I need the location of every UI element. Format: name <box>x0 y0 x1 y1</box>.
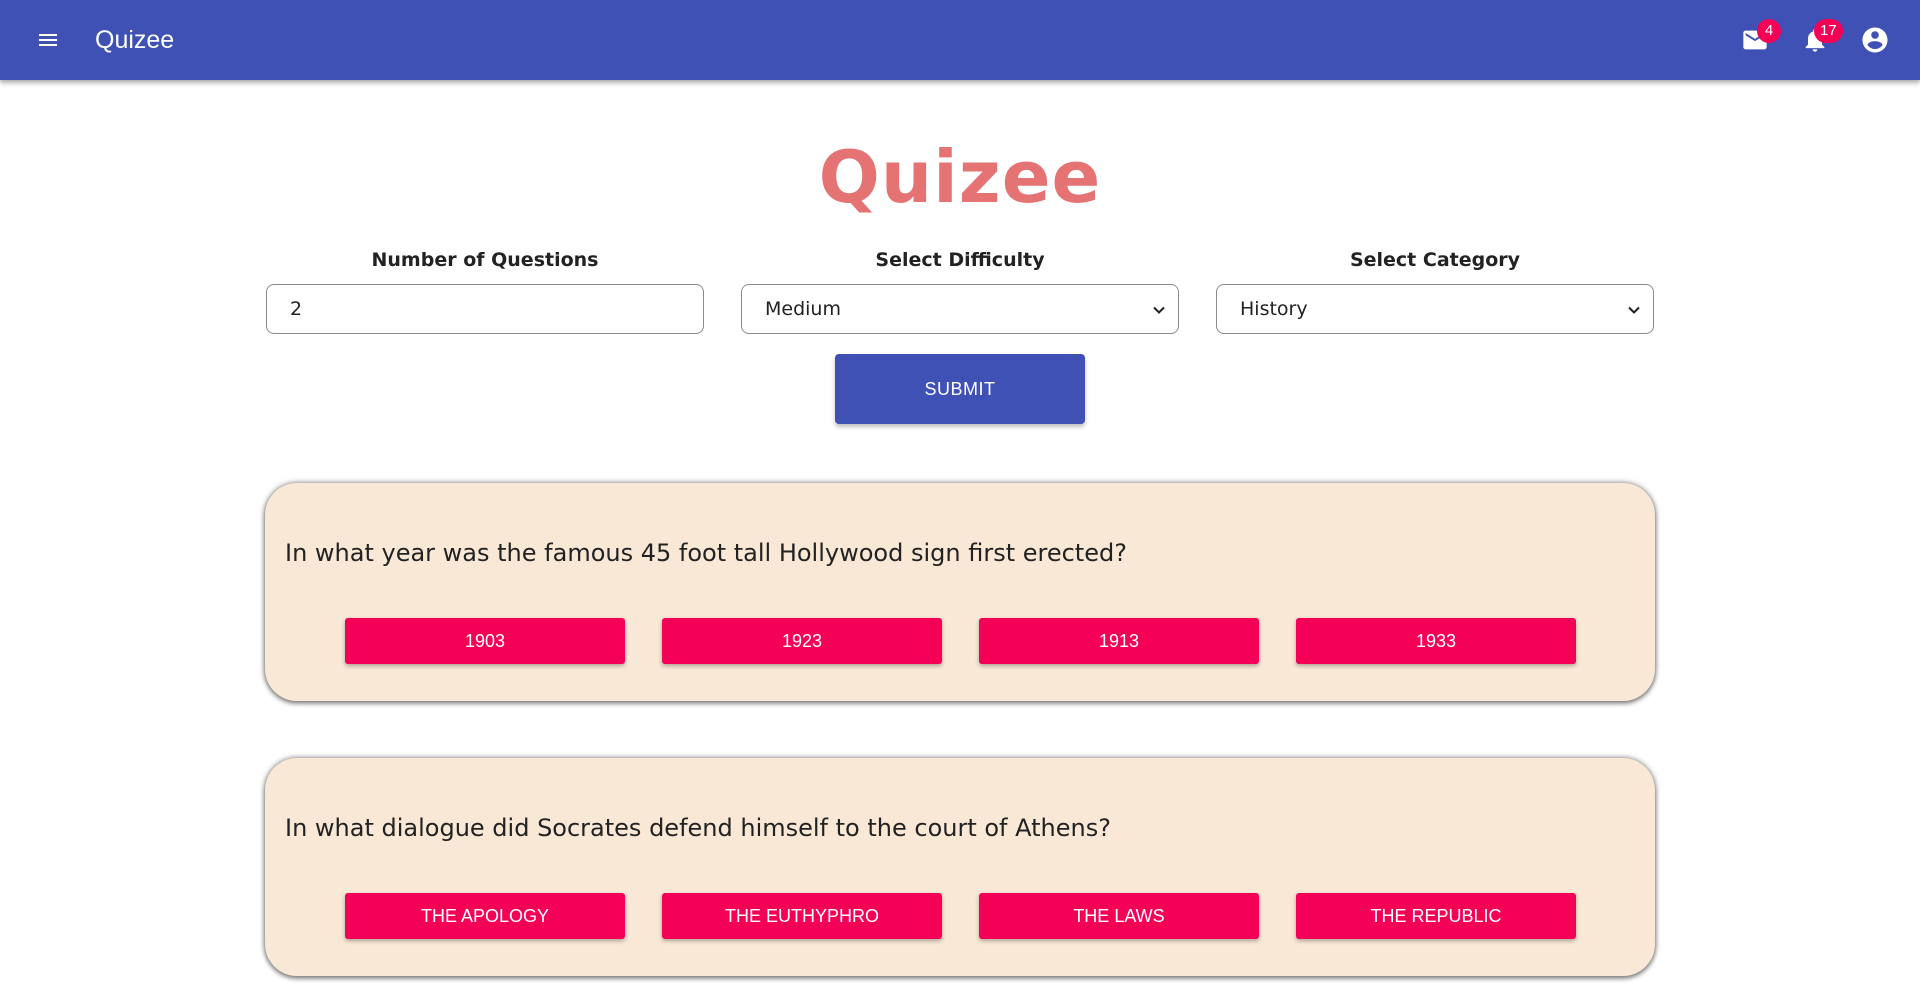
answer-button[interactable]: THE REPUBLIC <box>1296 893 1576 939</box>
menu-button[interactable] <box>24 16 72 64</box>
difficulty-label: Select Difficulty <box>875 249 1045 271</box>
question-text: In what dialogue did Socrates defend him… <box>285 814 1111 842</box>
answer-button[interactable]: THE APOLOGY <box>345 893 625 939</box>
category-value: History <box>1240 298 1308 320</box>
category-select[interactable]: History <box>1216 284 1654 334</box>
question-card: In what dialogue did Socrates defend him… <box>265 758 1655 976</box>
category-label: Select Category <box>1349 249 1521 271</box>
answer-button[interactable]: 1903 <box>345 618 625 664</box>
notifications-badge: 17 <box>1814 19 1843 43</box>
answer-button[interactable]: THE EUTHYPHRO <box>662 893 942 939</box>
difficulty-select[interactable]: Medium <box>741 284 1179 334</box>
questions-count-input[interactable]: 2 <box>266 284 704 334</box>
questions-count-value: 2 <box>290 298 303 320</box>
mail-button[interactable]: 4 <box>1731 16 1781 64</box>
submit-button[interactable]: SUBMIT <box>835 354 1085 424</box>
menu-icon <box>39 34 57 46</box>
answer-button[interactable]: 1913 <box>979 618 1259 664</box>
answer-button[interactable]: 1933 <box>1296 618 1576 664</box>
notifications-button[interactable]: 17 <box>1791 16 1843 64</box>
chevron-down-icon <box>1628 306 1640 314</box>
questions-count-label: Number of Questions <box>371 249 599 271</box>
chevron-down-icon <box>1153 306 1165 314</box>
question-text: In what year was the famous 45 foot tall… <box>285 539 1127 567</box>
app-title: Quizee <box>95 26 175 54</box>
answer-button[interactable]: THE LAWS <box>979 893 1259 939</box>
app-bar: Quizee 4 17 <box>0 0 1920 80</box>
page-title: Quizee <box>818 135 1102 219</box>
answer-button[interactable]: 1923 <box>662 618 942 664</box>
mail-badge: 4 <box>1757 19 1781 43</box>
difficulty-value: Medium <box>765 298 841 320</box>
account-circle-icon <box>1862 27 1888 53</box>
question-card: In what year was the famous 45 foot tall… <box>265 483 1655 701</box>
account-button[interactable] <box>1851 16 1899 64</box>
